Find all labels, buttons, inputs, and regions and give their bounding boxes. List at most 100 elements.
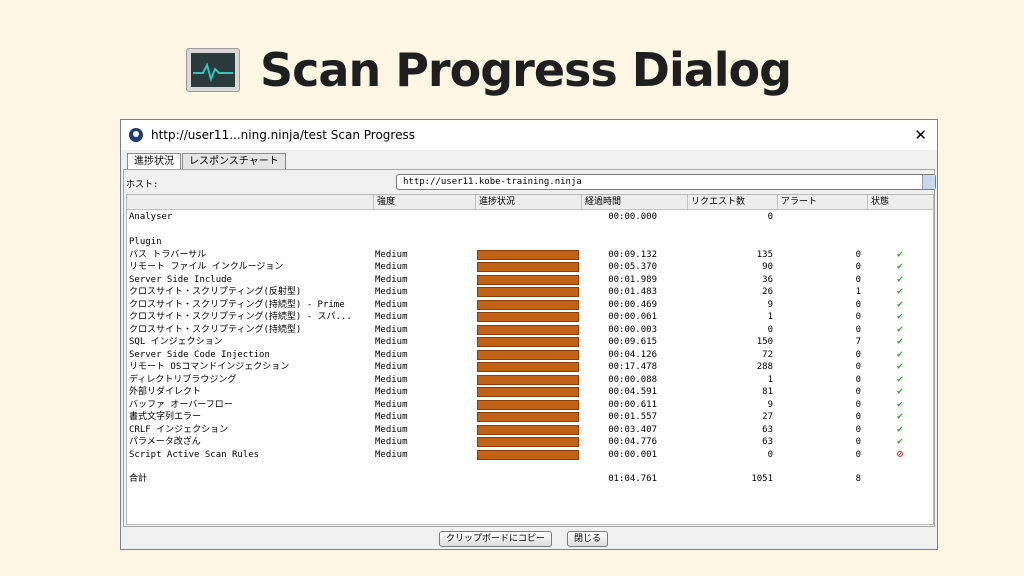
table-row[interactable]: リモート OSコマンドインジェクション Medium 00:17.478 288 0 ✔ xyxy=(127,361,933,374)
table-row-analyser[interactable]: Analyser 00:00.000 0 xyxy=(127,211,933,224)
row-elapsed: 00:04.776 xyxy=(608,437,657,447)
check-icon: ✔ xyxy=(896,398,904,410)
tab-progress[interactable]: 進捗状況 xyxy=(127,153,181,170)
progress-bar xyxy=(477,312,579,322)
row-alerts: 0 xyxy=(855,362,861,372)
row-elapsed: 00:00.003 xyxy=(608,324,657,335)
row-name: リモート ファイル インクルージョン xyxy=(129,262,284,272)
row-elapsed: 00:04.591 xyxy=(608,387,657,397)
row-name: パラメータ改ざん xyxy=(129,437,201,447)
row-alerts: 0 xyxy=(855,349,861,360)
table-row[interactable]: パラメータ改ざん Medium 00:04.776 63 0 ✔ xyxy=(127,436,933,449)
host-dropdown-handle[interactable] xyxy=(922,175,935,189)
total-elapsed: 01:04.761 xyxy=(608,474,657,484)
table-row[interactable]: SQL インジェクション Medium 00:09.615 150 7 ✔ xyxy=(127,336,933,349)
check-icon: ✔ xyxy=(896,336,904,347)
row-requests: 0 xyxy=(767,212,773,222)
col-requests[interactable]: リクエスト数 xyxy=(687,195,777,209)
row-alerts: 0 xyxy=(855,249,861,260)
close-icon[interactable]: ✕ xyxy=(914,126,927,144)
table-row[interactable]: パス トラバーサル Medium 00:09.132 135 0 ✔ xyxy=(127,249,933,262)
progress-panel: ホスト: http://user11.kobe-training.ninja 強… xyxy=(123,169,936,527)
table-row[interactable]: ディレクトリブラウジング Medium 00:00.088 1 0 ✔ xyxy=(127,374,933,387)
activity-monitor-icon xyxy=(186,48,240,92)
progress-bar xyxy=(477,324,579,335)
check-icon: ✔ xyxy=(896,248,904,260)
row-alerts: 0 xyxy=(855,387,861,397)
row-elapsed: 00:04.126 xyxy=(608,349,657,360)
row-requests: 1 xyxy=(767,312,773,322)
row-strength: Medium xyxy=(375,399,408,410)
row-requests: 63 xyxy=(762,424,773,435)
table-row[interactable]: 書式文字列エラー Medium 00:01.557 27 0 ✔ xyxy=(127,411,933,424)
host-row: ホスト: http://user11.kobe-training.ninja xyxy=(124,173,936,191)
row-elapsed: 00:01.483 xyxy=(608,287,657,297)
row-elapsed: 00:05.370 xyxy=(608,262,657,272)
col-status[interactable]: 状態 xyxy=(867,195,933,209)
progress-bar xyxy=(477,387,579,397)
row-alerts: 0 xyxy=(855,262,861,272)
slide-title: Scan Progress Dialog xyxy=(186,40,792,100)
row-alerts: 0 xyxy=(855,437,861,447)
row-name: クロスサイト・スクリプティング(持続型) xyxy=(129,324,302,335)
copy-to-clipboard-button[interactable]: クリップボードにコピー xyxy=(439,531,553,547)
row-name: クロスサイト・スクリプティング(反射型) xyxy=(129,287,302,297)
row-requests: 72 xyxy=(762,349,773,360)
slide-title-text: Scan Progress Dialog xyxy=(260,43,792,97)
row-strength: Medium xyxy=(375,362,408,372)
row-strength: Medium xyxy=(375,287,408,297)
row-alerts: 0 xyxy=(855,449,861,460)
row-alerts: 0 xyxy=(855,424,861,435)
row-alerts: 0 xyxy=(855,412,861,422)
tab-response-chart[interactable]: レスポンスチャート xyxy=(182,153,286,169)
progress-bar xyxy=(477,424,579,435)
row-strength: Medium xyxy=(375,312,408,322)
row-elapsed: 00:00.611 xyxy=(608,399,657,410)
table-row[interactable]: Server Side Include Medium 00:01.989 36 0 ✔ xyxy=(127,274,933,287)
scan-progress-window: http://user11...ning.ninja/test Scan Pro… xyxy=(120,119,938,550)
progress-bar xyxy=(477,437,579,447)
row-name: Analyser xyxy=(129,212,173,222)
table-row[interactable]: クロスサイト・スクリプティング(持続型) - Prime Medium 00:00.… xyxy=(127,299,933,312)
table-row[interactable]: リモート ファイル インクルージョン Medium 00:05.370 90 0 ✔ xyxy=(127,261,933,274)
table-row[interactable]: CRLF インジェクション Medium 00:03.407 63 0 ✔ xyxy=(127,424,933,437)
col-progress[interactable]: 進捗状況 xyxy=(475,195,581,209)
total-requests: 1051 xyxy=(751,474,773,484)
row-requests: 27 xyxy=(762,412,773,422)
row-name: Server Side Include xyxy=(129,274,232,285)
row-requests: 9 xyxy=(767,299,773,310)
table-row-total: 合計 01:04.761 1051 8 xyxy=(127,473,933,486)
table-row[interactable]: クロスサイト・スクリプティング(持続型) - スパ... Medium 00:00.… xyxy=(127,311,933,324)
col-name[interactable] xyxy=(127,195,373,209)
check-icon: ✔ xyxy=(896,286,904,297)
progress-bar xyxy=(477,399,579,410)
progress-table: 強度 進捗状況 経過時間 リクエスト数 アラート 状態 Analyser 00:… xyxy=(126,194,934,525)
host-select[interactable]: http://user11.kobe-training.ninja xyxy=(396,174,936,190)
row-requests: 1 xyxy=(767,374,773,385)
row-strength: Medium xyxy=(375,412,408,422)
check-icon: ✔ xyxy=(896,311,904,322)
table-row[interactable]: 外部リダイレクト Medium 00:04.591 81 0 ✔ xyxy=(127,386,933,399)
col-alerts[interactable]: アラート xyxy=(777,195,867,209)
col-strength[interactable]: 強度 xyxy=(373,195,475,209)
col-elapsed[interactable]: 経過時間 xyxy=(581,195,687,209)
check-icon: ✔ xyxy=(896,386,904,397)
row-name: Server Side Code Injection xyxy=(129,349,270,360)
row-elapsed: 00:01.557 xyxy=(608,412,657,422)
table-row[interactable]: Server Side Code Injection Medium 00:04.12… xyxy=(127,349,933,362)
row-strength: Medium xyxy=(375,349,408,360)
table-row[interactable]: クロスサイト・スクリプティング(反射型) Medium 00:01.483 26 1 ✔ xyxy=(127,286,933,299)
check-icon: ✔ xyxy=(896,436,904,447)
table-row[interactable]: Script Active Scan Rules Medium 00:00.001 0… xyxy=(127,449,933,462)
row-strength: Medium xyxy=(375,262,408,272)
table-row[interactable]: バッファ オーバーフロー Medium 00:00.611 9 0 ✔ xyxy=(127,399,933,412)
row-alerts: 0 xyxy=(855,399,861,410)
table-row[interactable]: クロスサイト・スクリプティング(持続型) Medium 00:00.003 0 0 ✔ xyxy=(127,324,933,337)
row-requests: 0 xyxy=(767,324,773,335)
row-requests: 9 xyxy=(767,399,773,410)
close-button[interactable]: 閉じる xyxy=(567,531,609,547)
row-elapsed: 00:00.001 xyxy=(608,449,657,460)
check-icon: ✔ xyxy=(896,298,904,310)
check-icon: ✔ xyxy=(896,411,904,422)
progress-bar xyxy=(477,349,579,360)
